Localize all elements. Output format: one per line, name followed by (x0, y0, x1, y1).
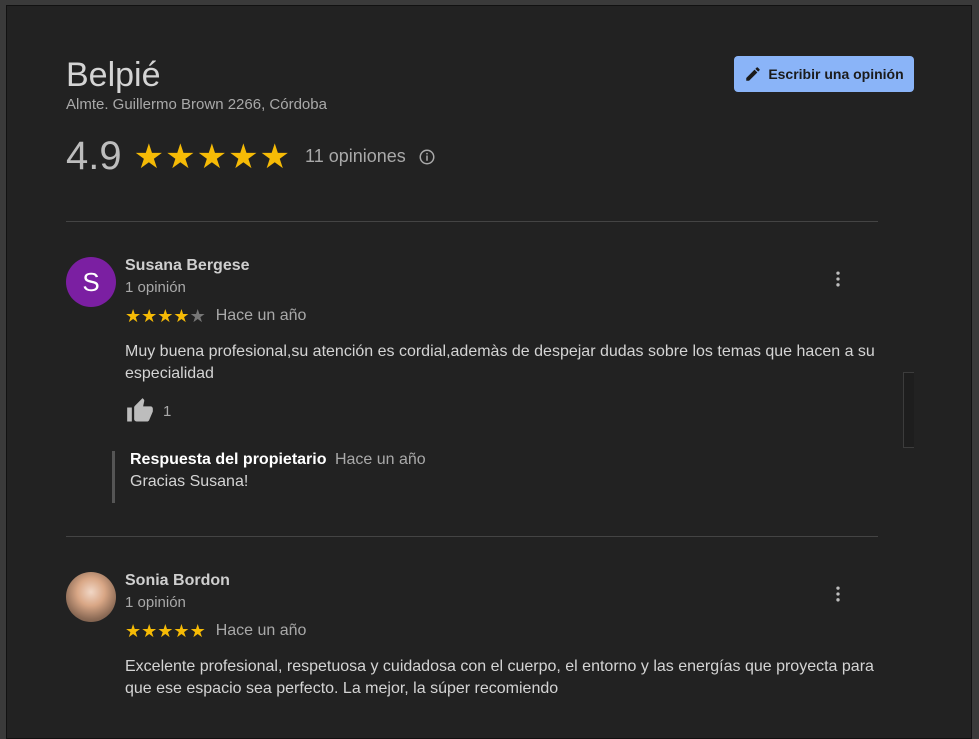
star-empty-icon: ★ (189, 306, 206, 326)
review-stars: ★ ★ ★ ★ ★ Hace un año (125, 307, 306, 325)
star-icon: ★ (157, 621, 174, 641)
like-count: 1 (163, 402, 172, 420)
star-icon: ★ (133, 137, 165, 176)
like-row: 1 (125, 397, 171, 425)
review-date: Hace un año (215, 622, 307, 639)
divider (66, 536, 878, 537)
star-icon: ★ (228, 137, 259, 176)
avatar[interactable] (66, 572, 116, 622)
reviewer-meta: 1 opinión (125, 594, 186, 611)
reviewer-name[interactable]: Susana Bergese (125, 257, 250, 275)
review-date: Hace un año (215, 307, 307, 324)
rating-summary: 4.9 ★ ★ ★ ★ ★ 11 opiniones (66, 134, 436, 179)
thumbs-up-icon[interactable] (125, 397, 155, 425)
owner-reply-title: Respuesta del propietario (130, 451, 327, 468)
star-icon: ★ (189, 621, 206, 641)
star-icon: ★ (125, 621, 142, 641)
review-text: Excelente profesional, respetuosa y cuid… (125, 658, 874, 697)
reviews-dialog: Belpié Almte. Guillermo Brown 2266, Córd… (6, 5, 972, 739)
star-icon: ★ (259, 137, 291, 176)
rating-stars: ★ ★ ★ ★ ★ (134, 140, 291, 174)
reviewer-name[interactable]: Sonia Bordon (125, 572, 230, 590)
business-header: Belpié Almte. Guillermo Brown 2266, Córd… (66, 56, 327, 113)
review-item: Sonia Bordon 1 opinión ★ ★ ★ ★ ★ Hace un… (66, 572, 878, 732)
review-item: S Susana Bergese 1 opinión ★ ★ ★ ★ ★ Hac… (66, 257, 878, 507)
review-count: 11 opiniones (305, 146, 406, 166)
divider (66, 221, 878, 222)
business-name: Belpié (66, 56, 161, 94)
scrollbar[interactable] (903, 372, 914, 448)
star-icon: ★ (165, 137, 196, 176)
avatar[interactable]: S (66, 257, 116, 307)
star-icon: ★ (196, 137, 228, 176)
reviewer-meta: 1 opinión (125, 279, 186, 296)
write-review-button[interactable]: Escribir una opinión (734, 56, 914, 92)
more-vert-icon[interactable] (828, 269, 848, 289)
star-icon: ★ (125, 306, 142, 326)
star-icon: ★ (141, 621, 158, 641)
review-stars: ★ ★ ★ ★ ★ Hace un año (125, 622, 306, 640)
star-icon: ★ (173, 306, 190, 326)
write-review-label: Escribir una opinión (768, 66, 904, 82)
star-icon: ★ (173, 621, 190, 641)
star-icon: ★ (157, 306, 174, 326)
owner-reply-date: Hace un año (334, 451, 426, 468)
info-icon[interactable] (418, 148, 436, 166)
more-vert-icon[interactable] (828, 584, 848, 604)
pencil-icon (746, 67, 761, 81)
rating-value: 4.9 (66, 134, 122, 178)
star-icon: ★ (141, 306, 158, 326)
owner-reply-text: Gracias Susana! (130, 473, 249, 490)
owner-reply: Respuesta del propietario Hace un año Gr… (112, 451, 426, 503)
business-address: Almte. Guillermo Brown 2266, Córdoba (66, 96, 327, 113)
review-text: Muy buena profesional,su atención es cor… (125, 343, 875, 382)
